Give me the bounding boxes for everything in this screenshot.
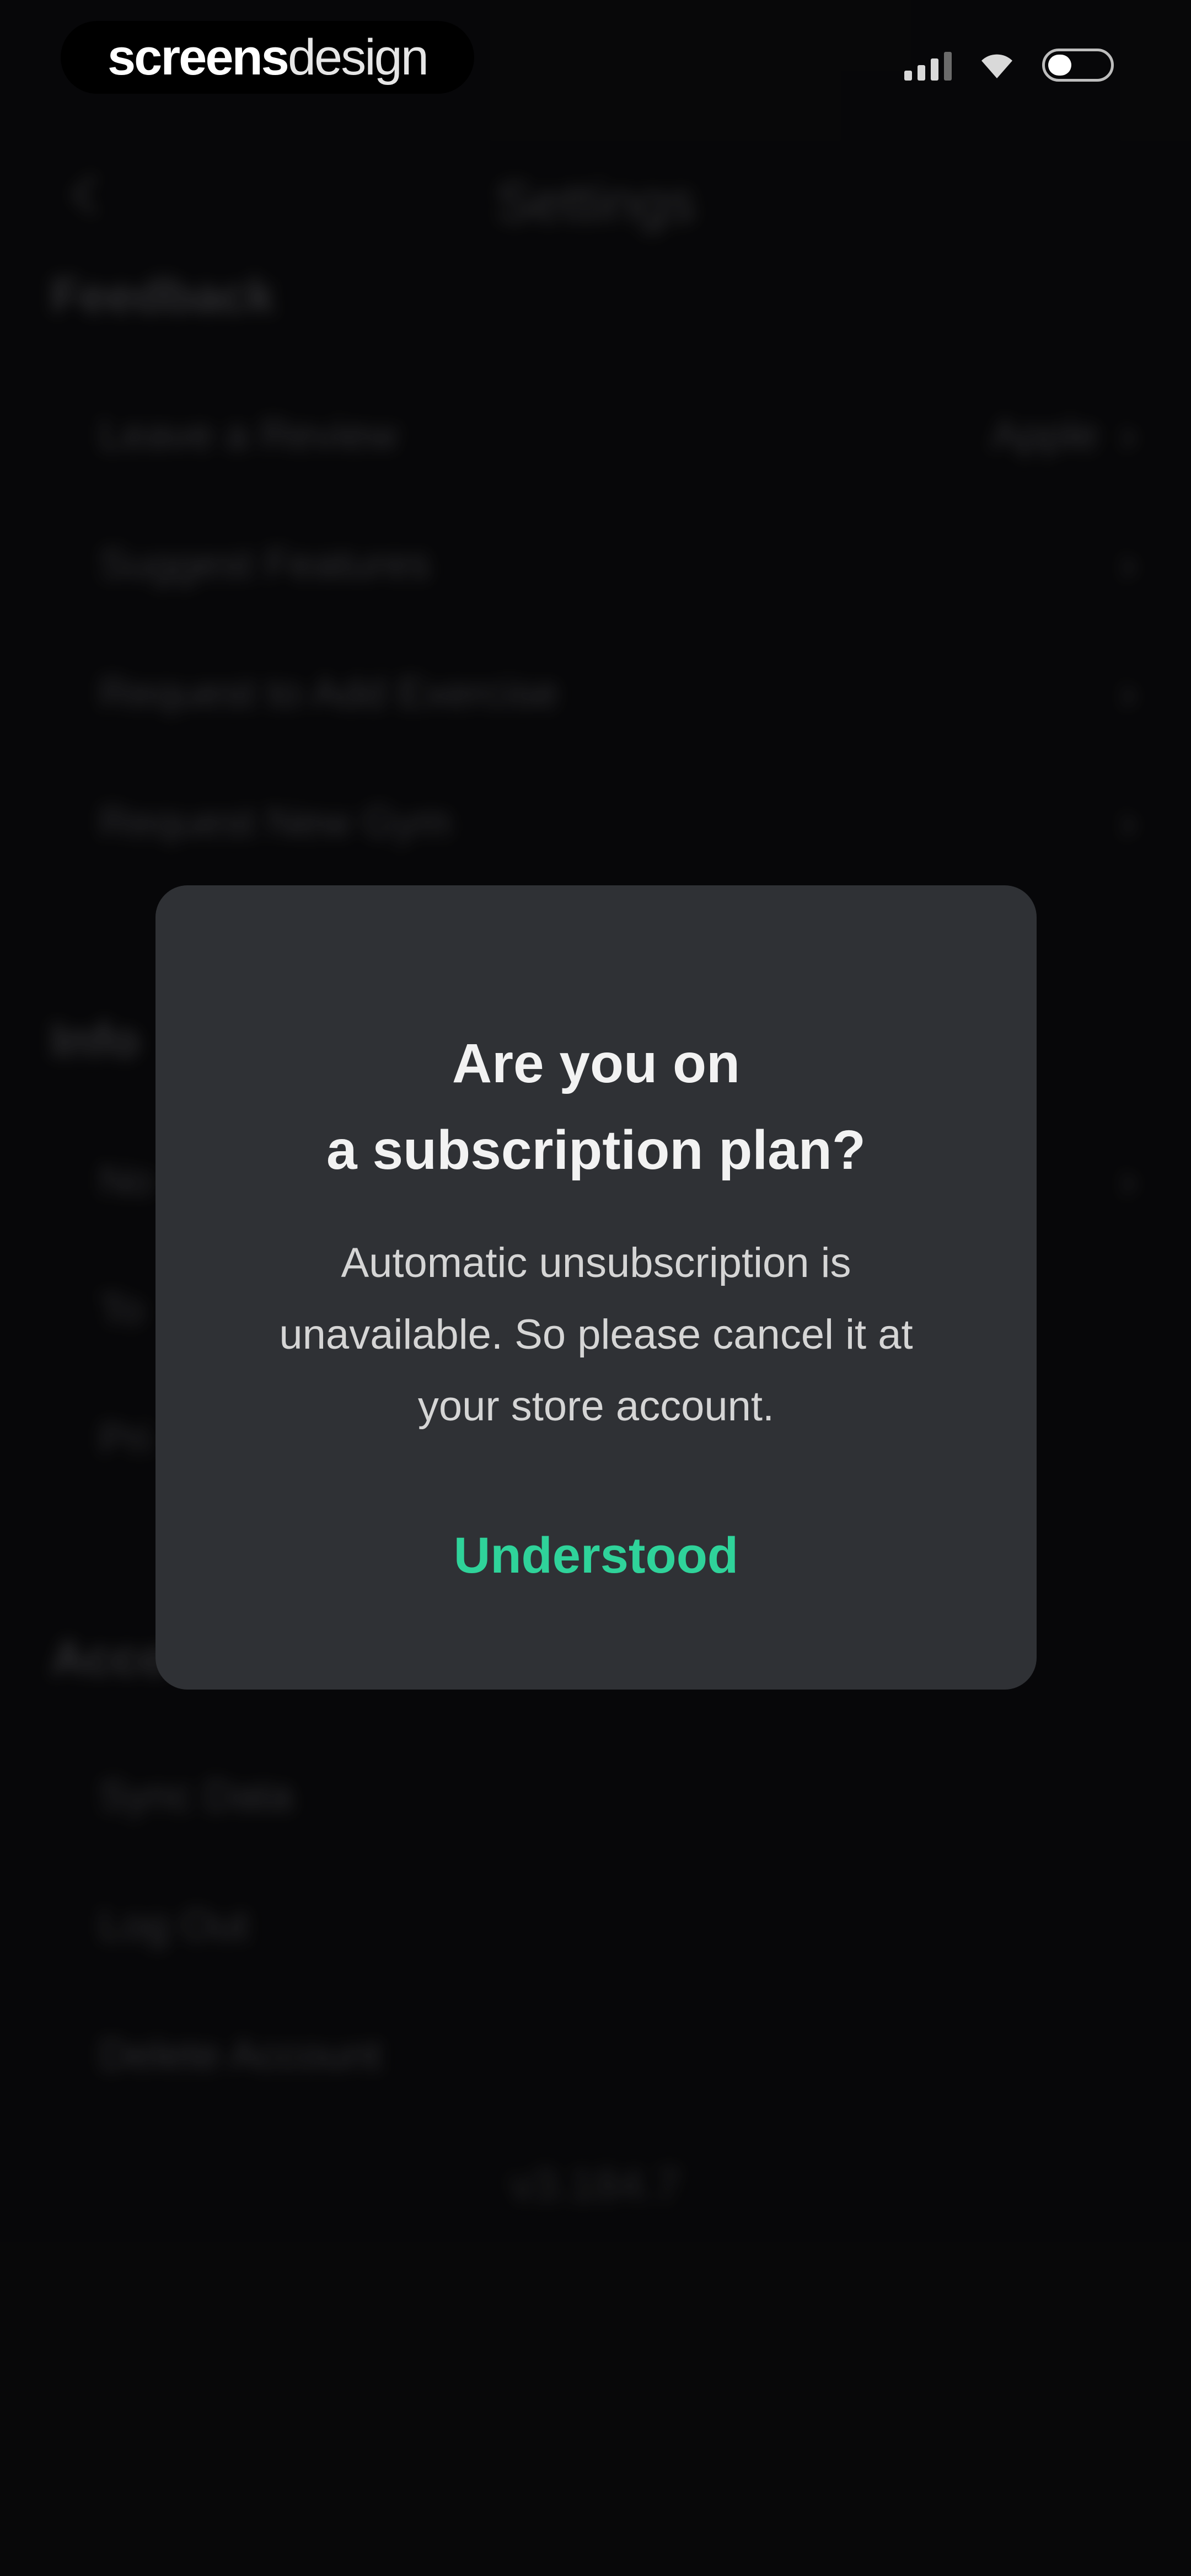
dialog-message-line3: your store account. — [417, 1383, 775, 1430]
dialog-title: Are you on a subscription plan? — [189, 1020, 1004, 1194]
dialog-message-line2: unavailable. So please cancel it at — [279, 1311, 913, 1358]
cellular-signal-icon — [904, 50, 952, 81]
understood-button[interactable]: Understood — [376, 1520, 816, 1591]
status-icons — [904, 49, 1114, 82]
dialog-title-line2: a subscription plan? — [326, 1119, 866, 1181]
subscription-dialog: Are you on a subscription plan? Automati… — [155, 885, 1037, 1690]
battery-icon — [1042, 49, 1114, 82]
brand-light: design — [287, 29, 429, 85]
brand-bold: screens — [108, 29, 289, 85]
dialog-message-line1: Automatic unsubscription is — [341, 1239, 851, 1286]
screen: Settings Feedback Leave a Review Apple ›… — [0, 0, 1191, 2576]
dialog-title-line1: Are you on — [452, 1033, 741, 1094]
brand-logo: screens design — [61, 21, 474, 94]
wifi-icon — [981, 54, 1012, 78]
dialog-message: Automatic unsubscription is unavailable.… — [222, 1227, 970, 1442]
